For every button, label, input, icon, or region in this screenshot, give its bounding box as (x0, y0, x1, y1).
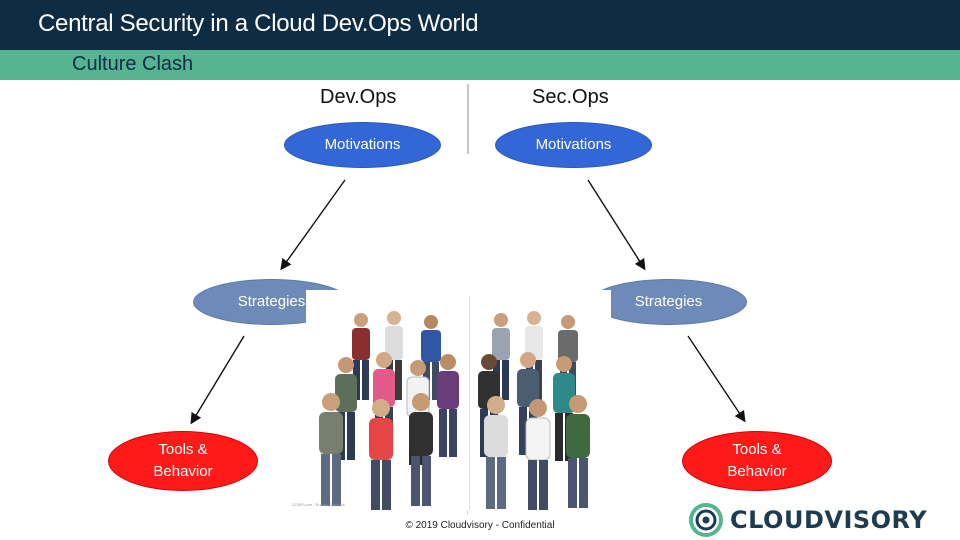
right-group-people (478, 311, 590, 510)
devops-motivations-node: Motivations (284, 122, 441, 168)
arrow-secops-strategies-to-tools (687, 335, 746, 423)
arrow-devops-strategies-to-tools (190, 335, 245, 425)
secops-strategies-label: Strategies (634, 293, 703, 310)
secops-motivations-node: Motivations (495, 122, 652, 168)
devops-tools-label: Tools & Behavior (153, 439, 212, 483)
secops-tools-line2: Behavior (727, 463, 787, 480)
image-credit: 123RF.com / Ruslan Olinchuk (292, 502, 345, 507)
devops-tools-node: Tools & Behavior (108, 431, 258, 491)
secops-tools-node: Tools & Behavior (682, 431, 832, 491)
secops-tools-label: Tools & Behavior (727, 439, 786, 483)
crowd-photo (306, 290, 611, 510)
arrow-secops-motivations-to-strategies (587, 179, 646, 271)
devops-tools-line1: Tools & (158, 441, 208, 458)
logo-wordmark: CLOUDVISORY (730, 506, 928, 534)
cloudvisory-logo: CLOUDVISORY (688, 500, 953, 540)
secops-motivations-label: Motivations (535, 136, 612, 153)
secops-tools-line1: Tools & (732, 441, 782, 458)
arrow-devops-motivations-to-strategies (280, 179, 346, 271)
devops-tools-line2: Behavior (153, 463, 213, 480)
devops-strategies-label: Strategies (237, 293, 306, 310)
devops-motivations-label: Motivations (324, 136, 401, 153)
secops-strategies-node: Strategies (590, 279, 747, 325)
cloudvisory-ring-icon (689, 503, 723, 537)
